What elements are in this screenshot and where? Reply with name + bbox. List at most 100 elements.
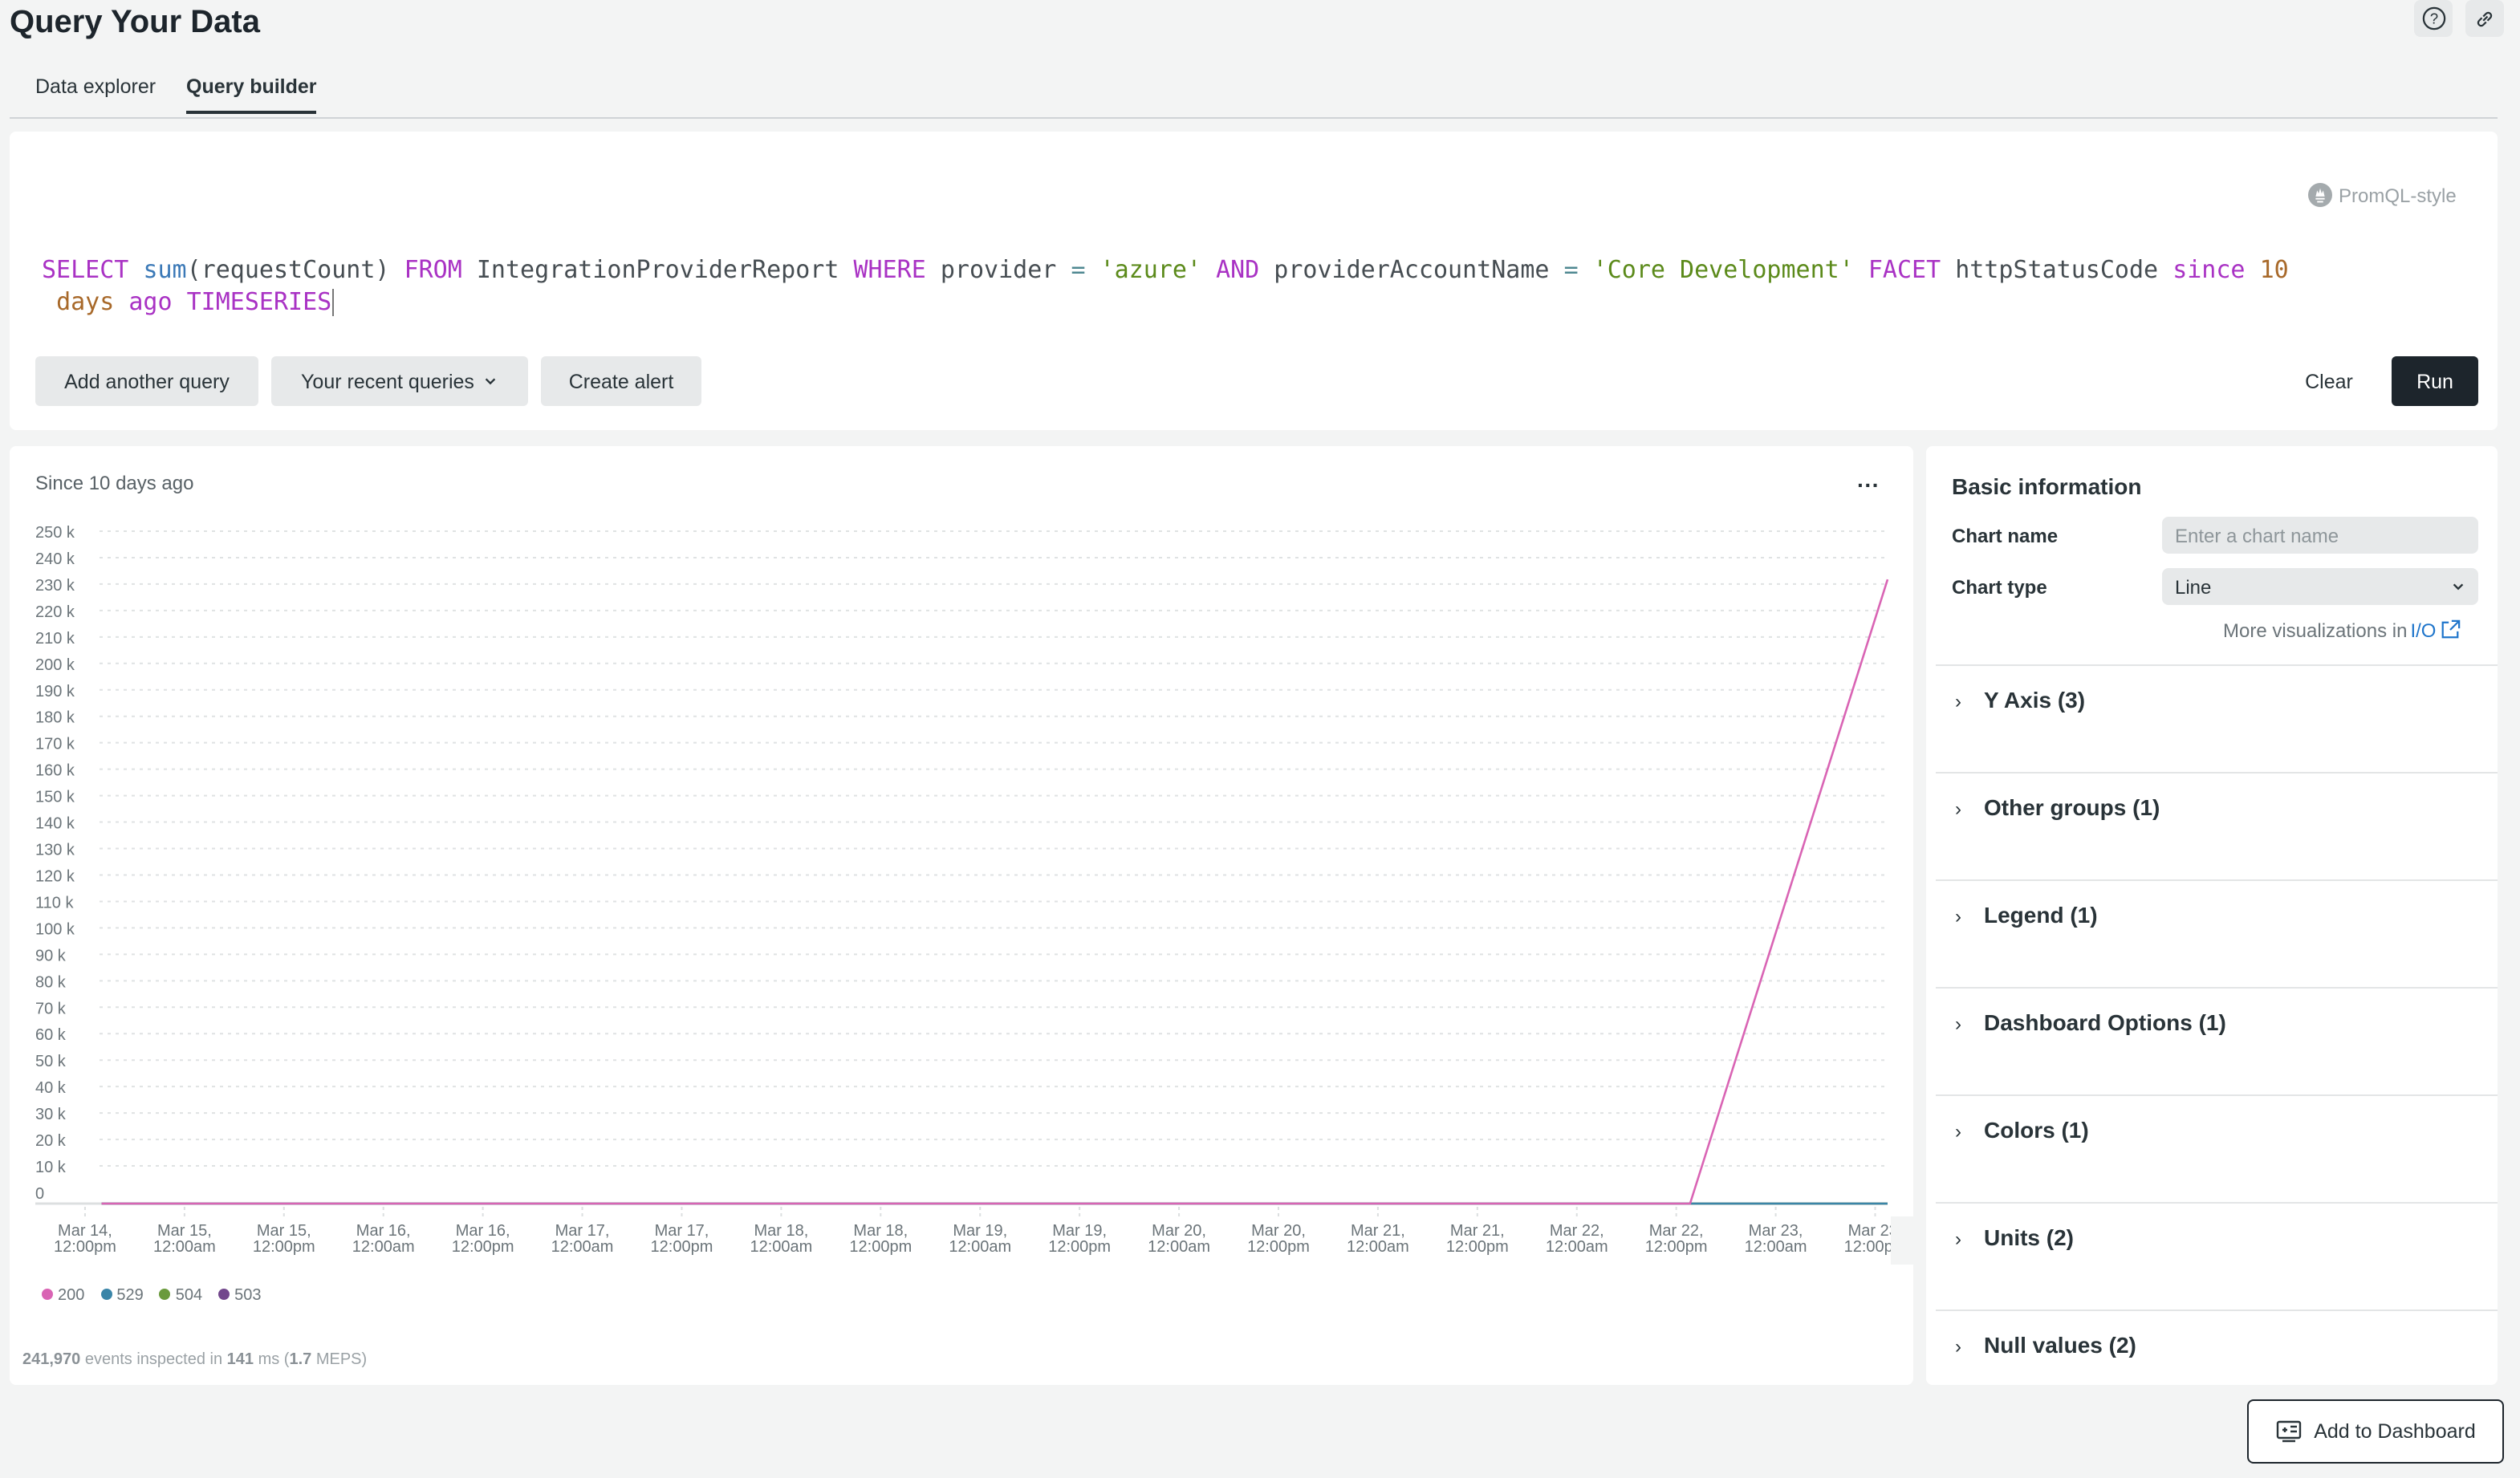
add-to-dashboard-label: Add to Dashboard — [2314, 1420, 2476, 1443]
y-tick-label: 240 k — [35, 550, 75, 568]
section-label: Other groups (1) — [1984, 794, 2160, 820]
meps-value: 1.7 — [289, 1351, 312, 1369]
chart-type-label: Chart type — [1952, 576, 2047, 599]
x-tick-label: 12:00am — [1347, 1238, 1409, 1256]
x-tick-label: 12:00am — [551, 1238, 614, 1256]
x-tick-label: 12:00am — [352, 1238, 415, 1256]
legend-item-503[interactable]: 503 — [218, 1287, 262, 1305]
legend-label: 200 — [58, 1287, 85, 1305]
legend-dot — [100, 1289, 112, 1300]
legend-label: 503 — [234, 1287, 262, 1305]
chevron-right-icon: › — [1955, 1228, 1961, 1250]
settings-section-y-axis[interactable]: › Y Axis (3) — [1936, 664, 2498, 772]
x-tick-label: Mar 20, — [1251, 1222, 1306, 1240]
x-tick-label: Mar 21, — [1351, 1222, 1405, 1240]
x-tick-label: 12:00pm — [1645, 1238, 1708, 1256]
y-tick-label: 120 k — [35, 867, 75, 885]
chevron-right-icon: › — [1955, 798, 1961, 820]
chart-legend: 200 529 504 503 — [42, 1287, 262, 1305]
y-tick-label: 160 k — [35, 762, 75, 780]
chevron-right-icon: › — [1955, 690, 1961, 713]
x-tick-label: Mar 19, — [1052, 1222, 1107, 1240]
x-tick-label: 12:00pm — [1446, 1238, 1509, 1256]
query-mode-toggle[interactable]: PromQL-style — [2308, 183, 2457, 207]
y-tick-label: 230 k — [35, 577, 75, 595]
io-link[interactable]: I/O — [2410, 619, 2436, 642]
settings-section-other-groups[interactable]: › Other groups (1) — [1936, 772, 2498, 879]
section-label: Null values (2) — [1984, 1332, 2136, 1358]
x-tick-label: 12:00am — [750, 1238, 812, 1256]
x-tick-label: 12:00am — [949, 1238, 1011, 1256]
chart-type-select[interactable]: Line — [2162, 568, 2478, 605]
legend-item-529[interactable]: 529 — [100, 1287, 144, 1305]
x-tick-label: 12:00pm — [849, 1238, 912, 1256]
stats-text: MEPS) — [311, 1351, 368, 1369]
y-tick-label: 130 k — [35, 842, 75, 859]
y-tick-label: 170 k — [35, 736, 75, 753]
external-link-icon[interactable] — [2439, 619, 2460, 640]
settings-section-dashboard-options[interactable]: › Dashboard Options (1) — [1936, 987, 2498, 1094]
legend-dot — [159, 1289, 171, 1300]
section-label: Dashboard Options (1) — [1984, 1009, 2226, 1035]
x-tick-label: 12:00am — [1546, 1238, 1608, 1256]
x-tick-label: 12:00pm — [1048, 1238, 1111, 1256]
help-button[interactable]: ? — [2414, 0, 2453, 37]
x-tick-label: Mar 15, — [257, 1222, 311, 1240]
y-tick-label: 180 k — [35, 709, 75, 727]
section-label: Colors (1) — [1984, 1117, 2089, 1143]
query-mode-label: PromQL-style — [2339, 184, 2457, 206]
y-tick-label: 90 k — [35, 947, 67, 964]
query-token — [2246, 255, 2260, 284]
y-tick-label: 200 k — [35, 656, 75, 674]
y-tick-label: 190 k — [35, 683, 75, 700]
x-tick-label: Mar 15, — [157, 1222, 212, 1240]
svg-text:?: ? — [2429, 10, 2437, 27]
query-stats: 241,970 events inspected in 141 ms (1.7 … — [22, 1351, 367, 1369]
add-to-dashboard-button[interactable]: Add to Dashboard — [2247, 1399, 2504, 1464]
prometheus-icon — [2308, 183, 2332, 207]
duration-ms: 141 — [226, 1351, 254, 1369]
y-tick-label: 30 k — [35, 1106, 67, 1123]
x-tick-label: Mar 18, — [853, 1222, 908, 1240]
y-tick-label: 100 k — [35, 920, 75, 938]
y-tick-label: 150 k — [35, 789, 75, 806]
legend-dot — [42, 1289, 53, 1300]
more-visualizations: More visualizations in I/O — [2223, 619, 2460, 642]
query-token: 10 — [2259, 255, 2289, 284]
y-tick-label: 80 k — [35, 973, 67, 991]
x-tick-label: 12:00pm — [651, 1238, 713, 1256]
y-tick-label: 0 — [35, 1185, 44, 1203]
y-tick-label: 10 k — [35, 1159, 67, 1176]
x-tick-label: Mar 22, — [1649, 1222, 1704, 1240]
more-viz-text: More visualizations in — [2223, 619, 2408, 642]
series-line-200 — [101, 579, 1889, 1205]
chevron-down-icon — [2453, 583, 2464, 591]
run-button[interactable]: Run — [2392, 356, 2478, 406]
query-token: since — [2172, 255, 2246, 284]
chart-name-label: Chart name — [1952, 525, 2059, 547]
legend-label: 529 — [116, 1287, 144, 1305]
x-tick-label: Mar 21, — [1450, 1222, 1505, 1240]
x-tick-label: Mar 19, — [953, 1222, 1007, 1240]
settings-section-units[interactable]: › Units (2) — [1936, 1202, 2498, 1309]
y-tick-label: 220 k — [35, 603, 75, 621]
section-label: Legend (1) — [1984, 902, 2098, 928]
chevron-right-icon: › — [1955, 1335, 1961, 1358]
chevron-right-icon: › — [1955, 1120, 1961, 1143]
legend-item-504[interactable]: 504 — [159, 1287, 202, 1305]
x-tick-label: 12:00pm — [1247, 1238, 1310, 1256]
chart-name-input[interactable]: Enter a chart name — [2162, 517, 2478, 554]
y-tick-label: 70 k — [35, 1000, 67, 1017]
section-label: Units (2) — [1984, 1224, 2074, 1250]
legend-item-200[interactable]: 200 — [42, 1287, 84, 1305]
x-tick-label: Mar 18, — [754, 1222, 808, 1240]
y-tick-label: 40 k — [35, 1079, 67, 1097]
settings-section-colors[interactable]: › Colors (1) — [1936, 1094, 2498, 1202]
y-tick-label: 140 k — [35, 815, 75, 833]
settings-section-legend[interactable]: › Legend (1) — [1936, 879, 2498, 987]
x-tick-label: Mar 17, — [555, 1222, 610, 1240]
x-tick-label: 12:00am — [1148, 1238, 1210, 1256]
copy-link-button[interactable] — [2465, 0, 2504, 37]
clear-button[interactable]: Clear — [2286, 356, 2372, 406]
x-tick-label: Mar 17, — [655, 1222, 709, 1240]
